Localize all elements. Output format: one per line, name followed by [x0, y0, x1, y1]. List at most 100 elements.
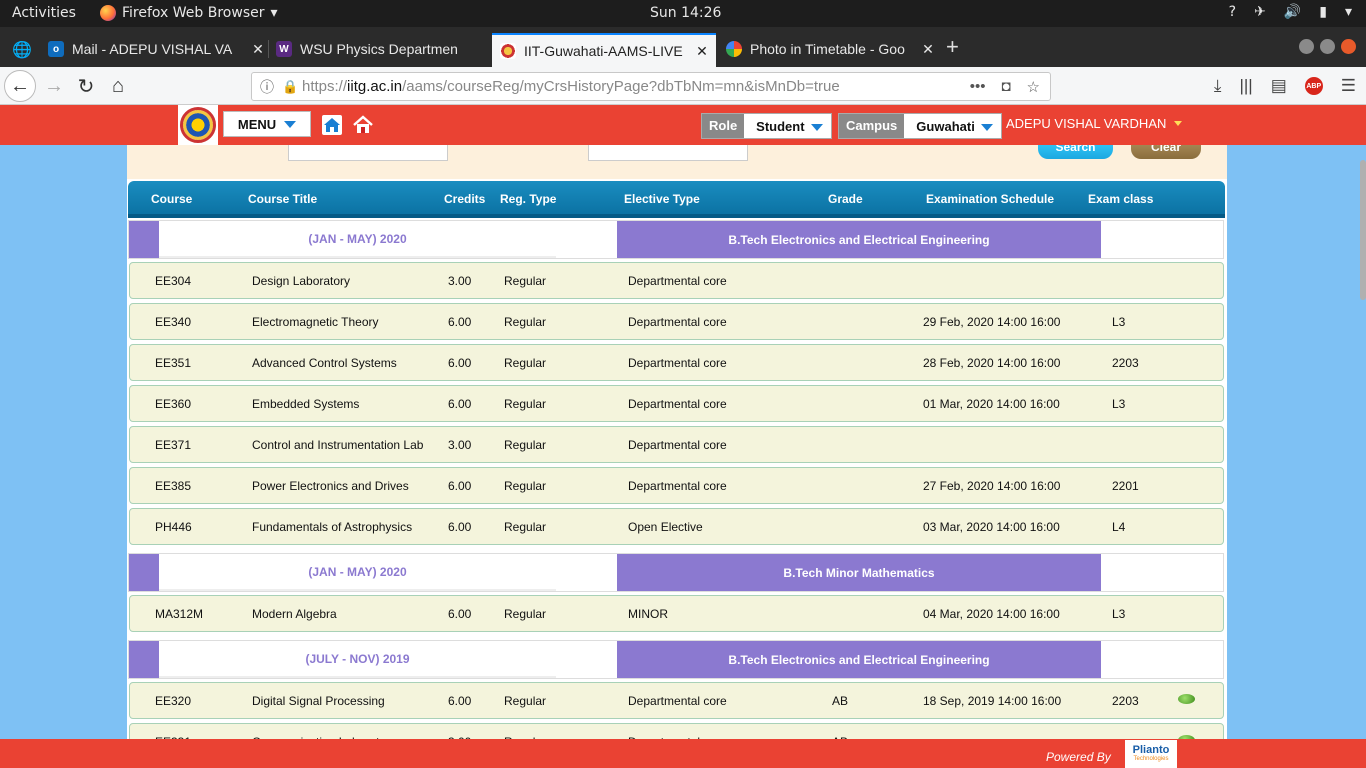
course-row[interactable]: MA312M Modern Algebra 6.00 Regular MINOR 04 M…: [129, 595, 1224, 632]
credits: 6.00: [448, 607, 472, 621]
hamburger-menu-icon[interactable]: ☰: [1341, 76, 1356, 96]
library-icon[interactable]: |||: [1239, 76, 1252, 96]
credits: 3.00: [448, 274, 472, 288]
activities-button[interactable]: Activities: [12, 5, 76, 21]
tab-label: Mail - ADEPU VISHAL VA: [72, 41, 233, 57]
course-row[interactable]: EE360 Embedded Systems 6.00 Regular Departme…: [129, 385, 1224, 422]
volume-icon[interactable]: 🔊: [1284, 4, 1301, 20]
close-icon[interactable]: ✕: [250, 41, 266, 58]
grade: AB: [832, 694, 849, 708]
program-label: B.Tech Minor Mathematics: [617, 554, 1101, 591]
campus-value: Guwahati: [916, 119, 975, 134]
search-filter-row: Search Clear: [127, 145, 1227, 179]
semester-label: (JAN - MAY) 2020: [159, 221, 556, 258]
course-code: EE385: [155, 479, 192, 493]
course-row[interactable]: EE331Communication Laboratory3.00Regular…: [129, 723, 1224, 739]
home-icon[interactable]: [321, 114, 343, 136]
filter-input-2[interactable]: [588, 145, 748, 161]
table-header: Course Course Title Credits Reg. Type El…: [128, 181, 1225, 218]
download-icon[interactable]: ⤓: [1214, 76, 1222, 96]
iitg-logo[interactable]: [178, 105, 218, 145]
lock-icon[interactable]: 🔒: [282, 79, 302, 95]
pocket-icon[interactable]: ◘: [1001, 78, 1010, 96]
airplane-icon[interactable]: ✈: [1254, 4, 1266, 20]
course-title: Electromagnetic Theory: [252, 315, 379, 329]
program-label: B.Tech Electronics and Electrical Engine…: [617, 641, 1101, 678]
tab-wsu-physics[interactable]: W WSU Physics Departmen: [276, 34, 486, 64]
menu-button[interactable]: MENU: [223, 111, 311, 137]
reload-button[interactable]: ↻: [72, 73, 100, 99]
clock[interactable]: Sun 14:26: [650, 5, 721, 21]
course-row[interactable]: EE340 Electromagnetic Theory 6.00 Regular De…: [129, 303, 1224, 340]
campus-selector[interactable]: Campus Guwahati: [838, 113, 1002, 139]
semester-group-row: (JAN - MAY) 2020 B.Tech Electronics and E…: [128, 220, 1224, 259]
role-label: Role: [702, 114, 745, 138]
col-elective-type: Elective Type: [624, 192, 700, 206]
clear-button[interactable]: Clear: [1131, 145, 1201, 159]
course-row[interactable]: EE320 Digital Signal Processing 6.00 Regula…: [129, 682, 1224, 719]
course-row[interactable]: EE371 Control and Instrumentation Lab 3.00…: [129, 426, 1224, 463]
page-actions-icon[interactable]: •••: [970, 78, 986, 96]
elective-type: Departmental core: [628, 694, 727, 708]
elective-type: Departmental core: [628, 274, 727, 288]
course-row[interactable]: PH446 Fundamentals of Astrophysics 6.00 Reg…: [129, 508, 1224, 545]
role-selector[interactable]: Role Student: [701, 113, 832, 139]
filter-input-1[interactable]: [288, 145, 448, 161]
exam-schedule: 01 Mar, 2020 14:00 16:00: [923, 397, 1060, 411]
feedback-leaf-icon[interactable]: [1178, 694, 1195, 704]
credits: 6.00: [448, 520, 472, 534]
dashboard-home-icon[interactable]: [352, 114, 374, 136]
chevron-down-icon[interactable]: ▾: [1345, 4, 1352, 20]
maximize-button[interactable]: [1320, 39, 1335, 54]
course-row[interactable]: EE304 Design Laboratory 3.00 Regular Departm…: [129, 262, 1224, 299]
tab-mail[interactable]: o Mail - ADEPU VISHAL VA ✕: [48, 34, 266, 64]
chevron-down-icon: [1174, 121, 1183, 126]
forward-button[interactable]: →: [40, 73, 68, 99]
search-button[interactable]: Search: [1038, 145, 1113, 159]
semester-group-row: (JULY - NOV) 2019 B.Tech Electronics and …: [128, 640, 1224, 679]
close-icon[interactable]: ✕: [694, 43, 710, 60]
col-exam-class: Exam class: [1088, 192, 1154, 206]
course-code: EE304: [155, 274, 192, 288]
course-code: EE340: [155, 315, 192, 329]
battery-icon[interactable]: ▮: [1319, 4, 1327, 20]
new-tab-button[interactable]: +: [946, 34, 959, 60]
system-tray[interactable]: ? ✈ 🔊 ▮ ▾: [1229, 4, 1352, 20]
adblock-icon[interactable]: ABP: [1304, 77, 1323, 95]
sidebar-icon[interactable]: ▤: [1271, 76, 1287, 96]
tab-label: Photo in Timetable - Goo: [750, 41, 905, 57]
brand-sub: Technologies: [1133, 756, 1169, 762]
home-button[interactable]: ⌂: [104, 73, 132, 99]
exam-schedule: 27 Feb, 2020 14:00 16:00: [923, 479, 1061, 493]
scrollbar-thumb[interactable]: [1360, 160, 1366, 300]
globe-icon[interactable]: 🌐: [12, 40, 32, 60]
course-title: Fundamentals of Astrophysics: [252, 520, 413, 534]
course-row[interactable]: EE385 Power Electronics and Drives 6.00 Reg…: [129, 467, 1224, 504]
tab-iitg-aams[interactable]: IIT-Guwahati-AAMS-LIVE ✕: [492, 33, 716, 67]
back-button[interactable]: ←: [4, 70, 36, 102]
exam-schedule: 18 Sep, 2019 14:00 16:00: [923, 694, 1062, 708]
close-icon[interactable]: ✕: [920, 41, 936, 58]
exam-class: L4: [1112, 520, 1126, 534]
minimize-button[interactable]: [1299, 39, 1314, 54]
app-menu[interactable]: Firefox Web Browser ▾: [100, 5, 278, 21]
semester-label: (JAN - MAY) 2020: [159, 554, 556, 591]
exam-class: L3: [1112, 397, 1126, 411]
group-spacer: [556, 554, 586, 591]
info-icon[interactable]: ⓘ: [252, 77, 282, 97]
url-bar[interactable]: ⓘ 🔒 https://iitg.ac.in/aams/courseReg/my…: [251, 72, 1051, 101]
bookmark-star-icon[interactable]: ☆: [1027, 78, 1040, 96]
course-title: Advanced Control Systems: [252, 356, 397, 370]
url-text[interactable]: https://iitg.ac.in/aams/courseReg/myCrsH…: [302, 78, 970, 95]
user-menu[interactable]: ADEPU VISHAL VARDHAN: [1006, 116, 1183, 131]
close-window-button[interactable]: [1341, 39, 1356, 54]
plianto-logo[interactable]: Plianto Technologies: [1125, 740, 1177, 768]
credits: 3.00: [448, 438, 472, 452]
tab-photo-timetable[interactable]: Photo in Timetable - Goo ✕: [726, 34, 936, 64]
outlook-icon: o: [48, 41, 64, 57]
course-code: MA312M: [155, 607, 204, 621]
course-row[interactable]: EE351 Advanced Control Systems 6.00 Regular…: [129, 344, 1224, 381]
help-icon[interactable]: ?: [1229, 4, 1236, 20]
photos-icon: [726, 41, 742, 57]
elective-type: Open Elective: [628, 520, 703, 534]
